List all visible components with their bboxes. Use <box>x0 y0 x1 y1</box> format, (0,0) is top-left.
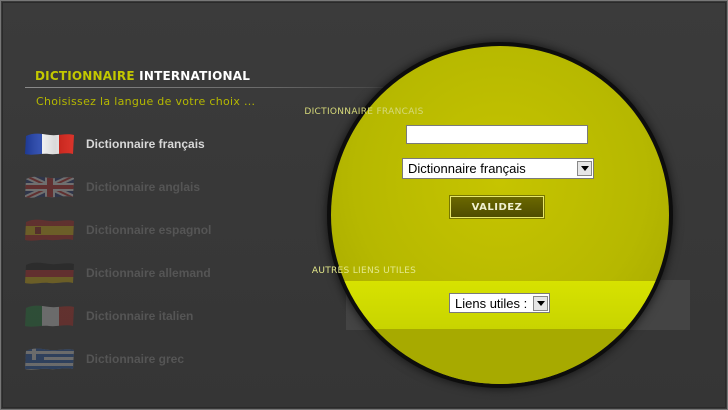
uk-flag-icon <box>25 176 74 198</box>
page-title: DICTIONNAIRE INTERNATIONAL <box>35 69 250 83</box>
title-part-international: INTERNATIONAL <box>139 69 251 83</box>
validez-button[interactable]: VALIDEZ <box>450 196 544 218</box>
france-flag-icon <box>25 133 74 155</box>
language-item-italien[interactable]: Dictionnaire italien <box>24 300 344 332</box>
language-label: Dictionnaire espagnol <box>86 223 212 237</box>
dictionary-select-value: Dictionnaire français <box>408 161 526 176</box>
title-divider <box>25 87 425 88</box>
chevron-down-icon[interactable] <box>533 295 548 311</box>
links-section-label: AUTRES LIENS UTILES <box>311 266 417 276</box>
spain-flag-icon <box>25 219 74 241</box>
links-select-value: Liens utiles : <box>455 295 528 311</box>
links-select[interactable]: Liens utiles : <box>449 293 550 313</box>
language-item-grec[interactable]: Dictionnaire grec <box>24 343 344 375</box>
title-part-dictionnaire: DICTIONNAIRE <box>35 69 135 83</box>
language-item-francais[interactable]: Dictionnaire français <box>24 128 344 160</box>
circle-lower <box>331 329 669 384</box>
language-label: Dictionnaire grec <box>86 352 185 366</box>
italy-flag-icon <box>25 305 74 327</box>
search-input[interactable] <box>406 125 588 144</box>
language-label: Dictionnaire français <box>86 137 205 151</box>
language-label: Dictionnaire italien <box>86 309 194 323</box>
dictionary-select[interactable]: Dictionnaire français <box>402 158 594 179</box>
language-item-anglais[interactable]: Dictionnaire anglais <box>24 171 344 203</box>
dictionary-section-label: DICTIONNAIRE FRANCAIS <box>304 107 424 117</box>
language-item-espagnol[interactable]: Dictionnaire espagnol <box>24 214 344 246</box>
chevron-down-icon[interactable] <box>577 161 592 176</box>
greece-flag-icon <box>25 348 74 370</box>
language-label: Dictionnaire anglais <box>86 180 201 194</box>
